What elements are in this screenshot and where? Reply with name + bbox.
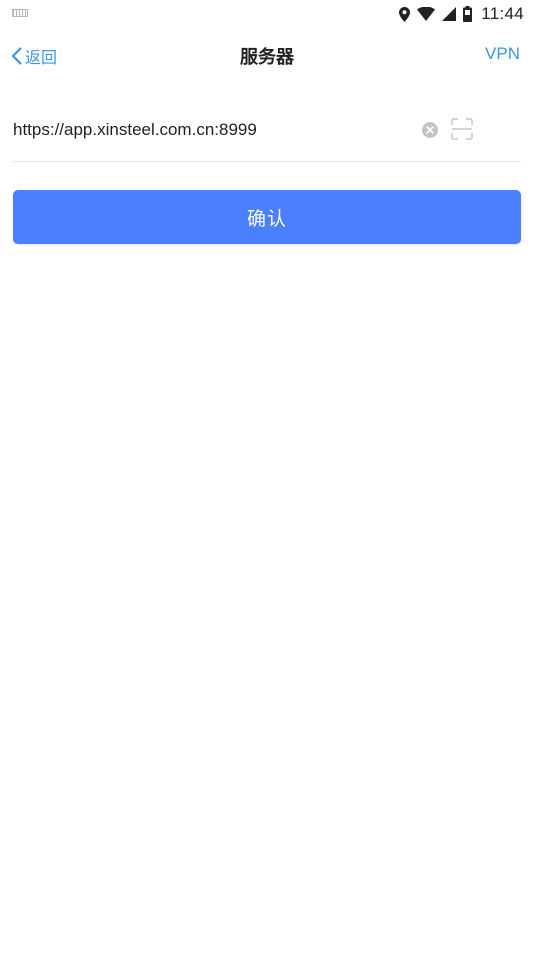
confirm-button[interactable]: 确认 (13, 190, 521, 244)
status-time: 11:44 (481, 4, 524, 23)
nav-bar: 返回 服务器 VPN (0, 28, 534, 84)
page-title: 服务器 (240, 47, 294, 67)
clear-icon[interactable] (422, 122, 438, 138)
location-icon (399, 6, 411, 22)
status-bar: 11:44 (0, 0, 534, 28)
battery-icon (463, 6, 473, 22)
server-url-input[interactable] (13, 115, 413, 145)
keyboard-icon (12, 9, 28, 17)
status-icons: 11:44 (399, 4, 524, 24)
server-input-row (13, 100, 521, 162)
signal-icon (442, 7, 457, 21)
scan-icon[interactable] (451, 118, 473, 140)
vpn-button[interactable]: VPN (485, 44, 520, 64)
wifi-icon (417, 7, 436, 21)
